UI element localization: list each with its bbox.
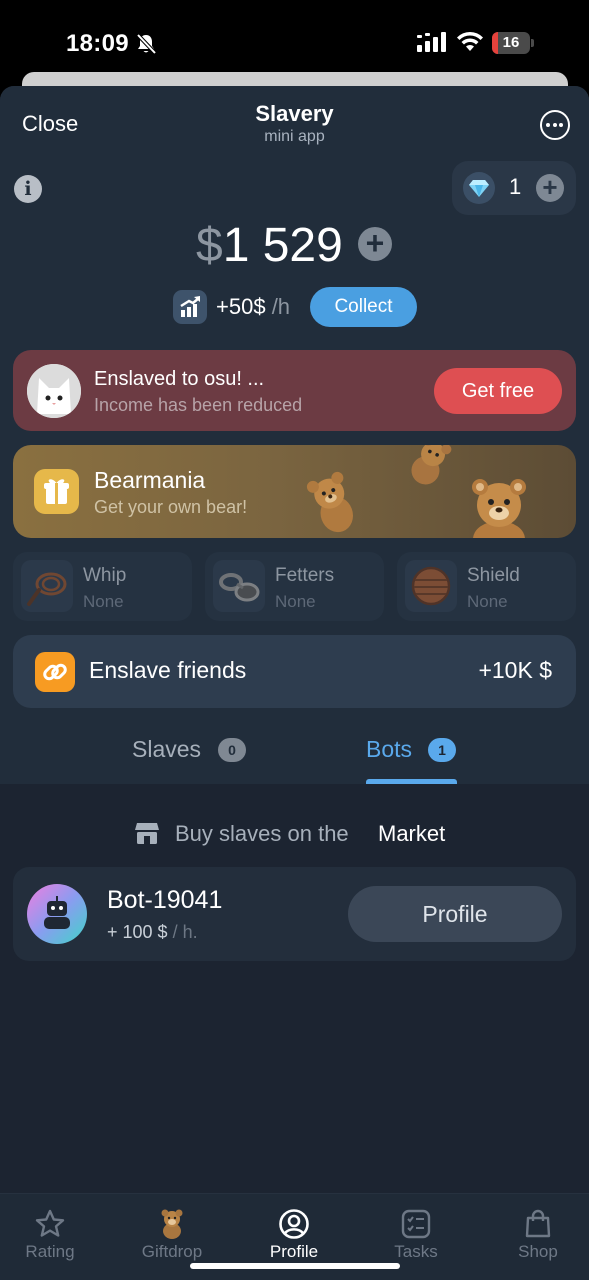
gem-balance[interactable]: 1 +	[452, 161, 576, 215]
enslave-friends-button[interactable]: Enslave friends +10K $	[13, 635, 576, 708]
app-title: Slavery	[255, 101, 334, 126]
battery-icon: 16	[492, 32, 534, 54]
tab-slaves-count: 0	[218, 738, 246, 762]
status-time: 18:09	[66, 30, 129, 57]
enslaved-subtitle: Income has been reduced	[94, 395, 303, 415]
wifi-icon	[457, 31, 483, 51]
balance-currency: $	[196, 219, 223, 272]
bot-income-unit: / h.	[172, 922, 198, 942]
link-icon	[35, 652, 75, 692]
teddy-bear-icon	[161, 1209, 183, 1239]
income-rate-value: +50$	[216, 294, 266, 319]
nav-label: Tasks	[394, 1242, 438, 1261]
owner-avatar	[27, 364, 81, 418]
status-bar: 18:09 16	[0, 0, 589, 80]
mini-app-window: Close Slavery mini app i 1 + $1 529 + +5…	[0, 86, 589, 1280]
equipment-value: None	[467, 592, 508, 611]
bearmania-title: Bearmania	[94, 467, 206, 493]
tab-bots[interactable]: Bots	[366, 736, 412, 763]
income-rate-unit: /h	[271, 294, 291, 319]
tab-bots-count: 1	[428, 738, 456, 762]
shield-icon	[405, 560, 457, 612]
ellipsis-circle-icon[interactable]	[540, 110, 570, 140]
bot-profile-button[interactable]: Profile	[348, 886, 562, 942]
equipment-name: Shield	[467, 565, 520, 586]
bearmania-banner[interactable]: Bearmania Get your own bear!	[13, 445, 576, 538]
enslaved-banner[interactable]: Enslaved to osu! ... Income has been red…	[13, 350, 576, 431]
equipment-slot-shield[interactable]: Shield None	[397, 552, 576, 621]
equipment-slot-fetters[interactable]: Fetters None	[205, 552, 384, 621]
active-tab-indicator	[366, 779, 457, 784]
teddy-bear-icon	[472, 479, 526, 538]
teddy-bear-icon	[306, 471, 354, 533]
bell-slash-icon	[136, 33, 156, 55]
robot-icon	[27, 884, 87, 944]
diamond-icon	[463, 172, 495, 204]
app-subtitle: mini app	[264, 128, 325, 145]
enslave-friends-bonus: +10K $	[478, 657, 552, 683]
enslave-friends-label: Enslave friends	[89, 657, 247, 683]
cellular-signal-icon	[417, 32, 446, 52]
bearmania-subtitle: Get your own bear!	[94, 497, 248, 517]
bot-income: + 100 $ / h.	[107, 922, 198, 943]
get-free-button[interactable]: Get free	[434, 368, 562, 414]
store-icon	[135, 823, 159, 844]
info-icon[interactable]: i	[14, 175, 42, 203]
nav-tasks[interactable]: Tasks	[366, 1208, 466, 1268]
equipment-value: None	[83, 592, 124, 611]
list-item[interactable]: Bot-19041 + 100 $ / h. Profile	[13, 867, 576, 961]
nav-profile[interactable]: Profile	[244, 1208, 344, 1268]
teddy-bear-icon	[411, 445, 452, 485]
market-link[interactable]: Market	[378, 821, 445, 847]
tab-slaves[interactable]: Slaves	[132, 736, 201, 763]
enslaved-title: Enslaved to osu! ...	[94, 368, 265, 390]
equipment-name: Fetters	[275, 565, 335, 586]
star-icon	[35, 1209, 65, 1237]
shopping-bag-icon	[525, 1209, 551, 1238]
market-prefix: Buy slaves on the	[175, 821, 349, 846]
nav-rating[interactable]: Rating	[0, 1208, 100, 1268]
gem-count: 1	[509, 174, 522, 199]
profile-header-section: Close Slavery mini app i 1 + $1 529 + +5…	[0, 86, 589, 784]
add-gems-icon[interactable]: +	[536, 174, 564, 202]
whip-icon	[21, 560, 73, 612]
bot-income-value: + 100 $	[107, 922, 168, 942]
nav-giftdrop[interactable]: Giftdrop	[122, 1208, 222, 1268]
equipment-slot-whip[interactable]: Whip None	[13, 552, 192, 621]
nav-label: Profile	[269, 1242, 319, 1261]
battery-level: 16	[502, 34, 520, 51]
fetters-icon	[213, 560, 265, 612]
equipment-value: None	[275, 592, 316, 611]
trending-up-icon	[173, 290, 207, 324]
home-indicator[interactable]	[190, 1263, 400, 1269]
checklist-icon	[401, 1209, 431, 1239]
nav-label: Rating	[25, 1242, 75, 1261]
nav-label: Shop	[518, 1242, 558, 1261]
nav-label: Giftdrop	[141, 1242, 203, 1261]
add-balance-icon[interactable]: +	[358, 227, 392, 261]
income-rate: +50$ /h	[216, 294, 290, 320]
balance-amount: 1 529	[222, 219, 343, 272]
gift-icon	[34, 469, 79, 514]
balance: $1 529	[196, 218, 343, 274]
bot-name: Bot-19041	[107, 886, 223, 914]
collect-button[interactable]: Collect	[310, 287, 417, 327]
nav-shop[interactable]: Shop	[488, 1208, 588, 1268]
user-circle-icon	[279, 1209, 309, 1239]
equipment-name: Whip	[83, 565, 127, 586]
